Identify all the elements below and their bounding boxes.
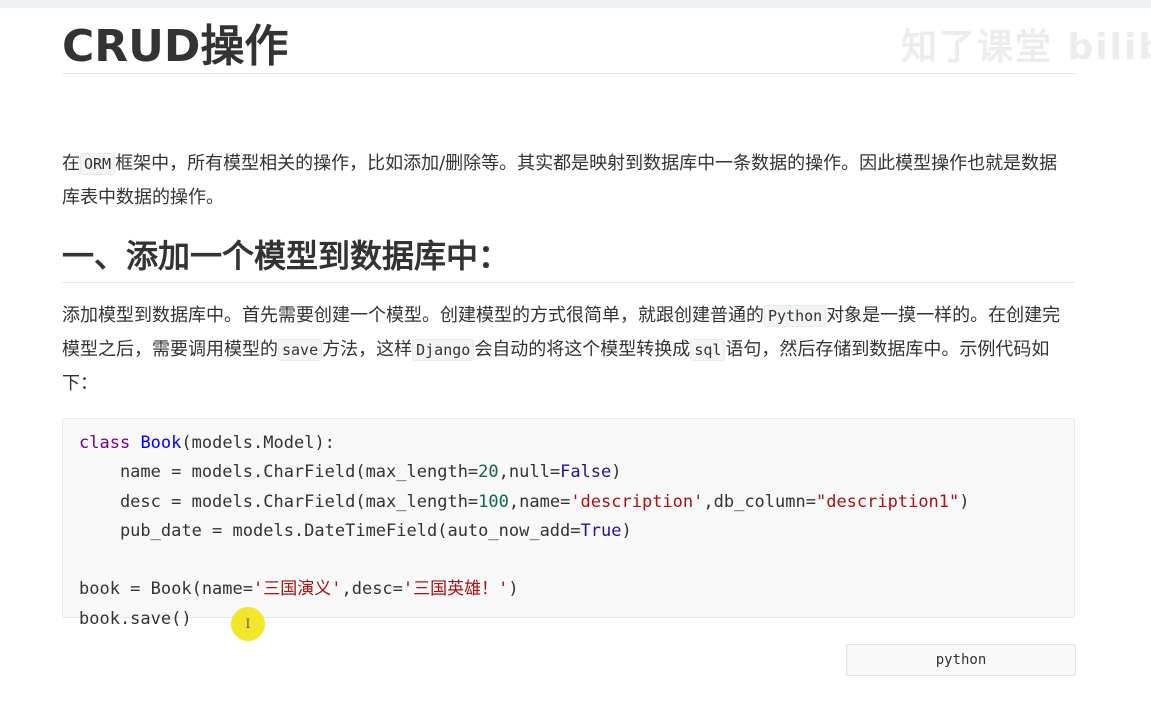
intro-paragraph: 在 ORM 框架中，所有模型相关的操作，比如添加/删除等。其实都是映射到数据库中一条… bbox=[62, 147, 1075, 214]
document-page: CRUD操作 在 ORM 框架中，所有模型相关的操作，比如添加/删除等。其实都是映射… bbox=[62, 10, 1076, 676]
code-string-description: 'description' bbox=[570, 491, 704, 512]
code-atom-true: True bbox=[580, 520, 622, 541]
code-line-7: book.save() bbox=[79, 608, 192, 629]
code-line-6b: ,desc= bbox=[341, 579, 403, 600]
inline-code-sql: sql bbox=[690, 339, 726, 361]
code-line-6a: book = Book(name= bbox=[79, 579, 253, 600]
code-line-6c: ) bbox=[508, 579, 519, 600]
para-text-4: 会自动的将这个模型转换成 bbox=[474, 339, 691, 360]
code-line-2c: ) bbox=[611, 462, 622, 483]
code-string-book-name: '三国演义' bbox=[253, 579, 342, 600]
code-line-3a: desc = models.CharField(max_length= bbox=[79, 491, 479, 512]
code-line-3d: ) bbox=[959, 491, 970, 512]
code-line-3b: ,name= bbox=[508, 491, 571, 512]
para-text-1: 添加模型到数据库中。首先需要创建一个模型。创建模型的方式很简单，就跟创建普通的 bbox=[62, 305, 764, 326]
code-string-description1: "description1" bbox=[815, 491, 960, 512]
code-line-4b: ) bbox=[621, 520, 632, 541]
section-heading-add-model: 一、添加一个模型到数据库中： bbox=[62, 236, 1075, 283]
code-line-1-rest: (models.Model): bbox=[181, 433, 335, 453]
inline-code-save: save bbox=[278, 339, 323, 361]
code-atom-false: False bbox=[560, 462, 612, 483]
text-cursor-icon: I bbox=[245, 616, 251, 632]
intro-text-2: 框架中，所有模型相关的操作，比如添加/删除等。其实都是映射到数据库中一条数据的操… bbox=[62, 153, 1058, 208]
mouse-cursor-highlight: I bbox=[231, 607, 265, 641]
code-line-2a: name = models.CharField(max_length= bbox=[79, 462, 479, 483]
code-block[interactable]: class Book(models.Model): name = models.… bbox=[62, 418, 1075, 641]
code-keyword-class: class bbox=[79, 433, 131, 453]
intro-text-1: 在 bbox=[62, 153, 80, 174]
para-text-3: 方法，这样 bbox=[322, 339, 413, 360]
code-number-100: 100 bbox=[478, 491, 509, 512]
inline-code-python: Python bbox=[764, 305, 827, 327]
page-title: CRUD操作 bbox=[62, 10, 1075, 74]
code-line-4a: pub_date = models.DateTimeField(auto_now… bbox=[79, 520, 581, 541]
code-class-name: Book bbox=[140, 433, 182, 453]
code-string-book-desc: '三国英雄！' bbox=[402, 579, 509, 600]
code-language-selector[interactable]: python bbox=[846, 644, 1076, 676]
code-line-2b: ,null= bbox=[498, 462, 561, 483]
code-number-20: 20 bbox=[478, 462, 499, 483]
inline-code-orm: ORM bbox=[80, 153, 116, 175]
code-content[interactable]: class Book(models.Model): name = models.… bbox=[79, 429, 1058, 634]
window-top-bar bbox=[0, 0, 1151, 8]
inline-code-django: Django bbox=[412, 339, 475, 361]
code-line-3c: ,db_column= bbox=[703, 491, 816, 512]
section-paragraph: 添加模型到数据库中。首先需要创建一个模型。创建模型的方式很简单，就跟创建普通的 P… bbox=[62, 299, 1075, 400]
